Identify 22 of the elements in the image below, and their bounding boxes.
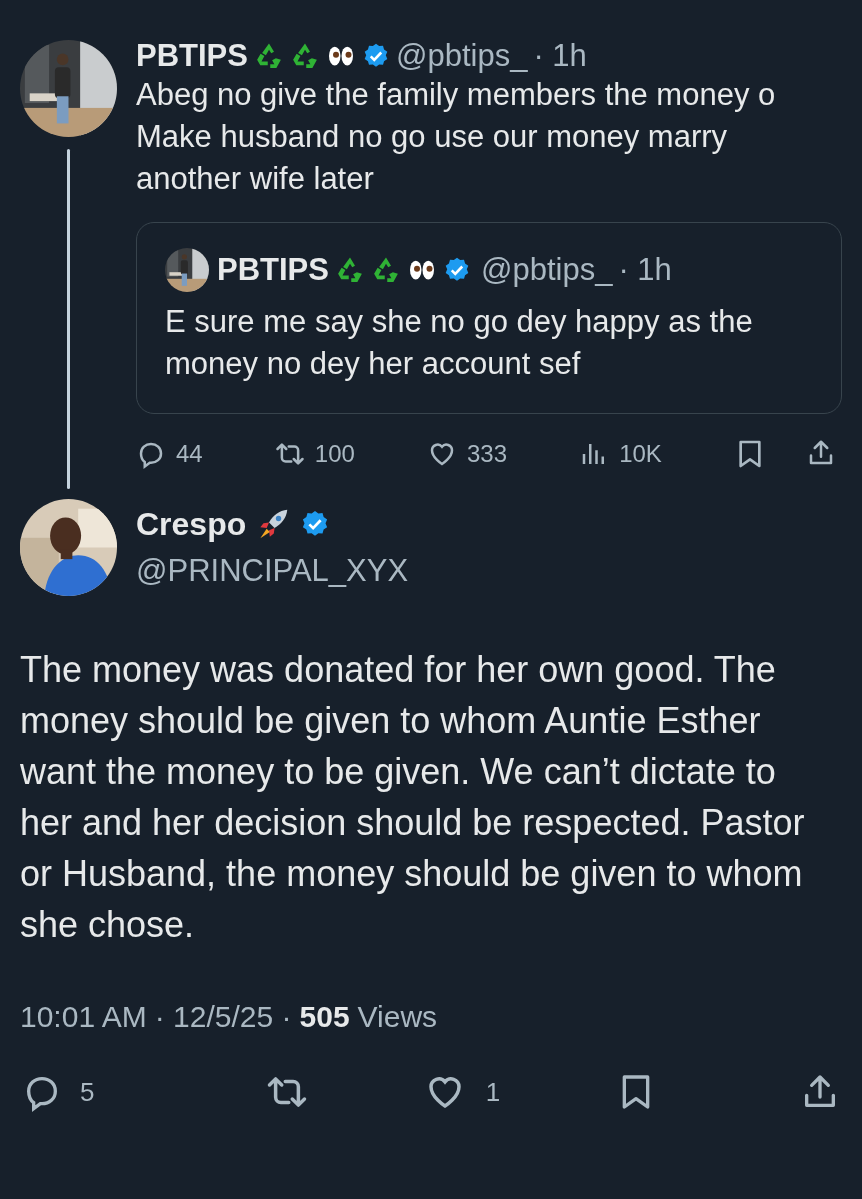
- post-time: · 1h: [618, 250, 672, 289]
- stat-count: 10K: [619, 439, 662, 469]
- post-time: · 1h: [533, 36, 587, 75]
- author-handle: @PRINCIPAL_XYX: [136, 552, 409, 591]
- author-handle: @pbtips_: [395, 36, 528, 75]
- post-text: The money was donated for her own good. The money should be given to whom Auntie Esther want the money to be given. We can’t dictate to her and her decision should be respected. Pastor or Husband, the money should be given to whom she chose.: [20, 648, 806, 947]
- stat-count: 333: [467, 439, 508, 469]
- quoted-text: E sure me say she no go dey happy as the money no dey her account sef: [165, 303, 754, 383]
- post-time: 10:01 AM: [20, 999, 147, 1035]
- author-name: PBTIPS: [217, 250, 329, 289]
- post-date: · 12/5/25 ·: [154, 999, 292, 1035]
- quoted-post-card[interactable]: PBTIPS @pbtips_ · 1h E sure me say she no go dey happy as the money no dey her account sef: [136, 222, 842, 414]
- stat-count: 5: [80, 1075, 95, 1109]
- post-text: Abeg no give the family members the money o Make husband no go use our money marry another wife later: [136, 76, 777, 198]
- author-name: Crespo: [136, 505, 247, 545]
- stat-count: 1: [485, 1075, 501, 1109]
- author-name: PBTIPS: [136, 36, 248, 75]
- views-label: Views: [357, 999, 438, 1035]
- author-handle: @pbtips_: [480, 250, 613, 289]
- views-count: 505: [299, 999, 350, 1035]
- stat-count: 100: [314, 439, 355, 469]
- stat-count: 44: [176, 439, 203, 469]
